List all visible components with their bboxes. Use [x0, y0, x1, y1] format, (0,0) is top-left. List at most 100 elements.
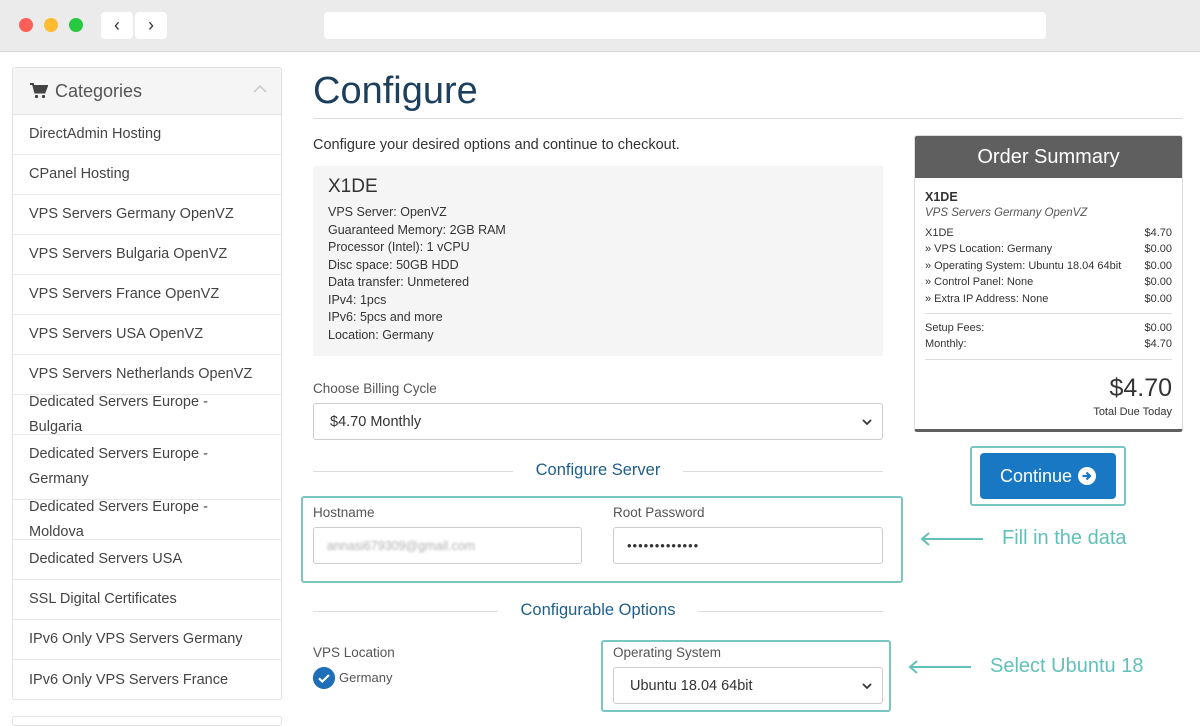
- sidebar-item-label: Dedicated Servers Europe - Germany: [29, 446, 208, 487]
- title-divider: [313, 118, 1183, 119]
- sidebar-item-label: SSL Digital Certificates: [29, 591, 177, 607]
- product-name: X1DE: [328, 176, 378, 197]
- sidebar-item-dedicated-moldova[interactable]: Dedicated Servers Europe - Moldova: [13, 499, 281, 540]
- chevron-up-icon[interactable]: [253, 84, 267, 94]
- sidebar-item-label: CPanel Hosting: [29, 166, 130, 182]
- root-password-input[interactable]: •••••••••••••: [613, 527, 883, 564]
- sidebar-item-cpanel-hosting[interactable]: CPanel Hosting: [13, 155, 281, 195]
- monthly-row: Monthly: $4.70: [925, 336, 1172, 352]
- operating-system-select[interactable]: Ubuntu 18.04 64bit: [613, 667, 883, 704]
- summary-line: » VPS Location: Germany $0.00: [925, 241, 1172, 257]
- configurable-options-heading: Configurable Options: [313, 601, 883, 621]
- order-summary-panel: Order Summary X1DE VPS Servers Germany O…: [914, 135, 1183, 432]
- hostname-label: Hostname: [313, 505, 375, 520]
- arrow-left-icon: [908, 660, 971, 674]
- categories-sidebar: Categories DirectAdmin Hosting CPanel Ho…: [12, 67, 282, 700]
- total-due-label: Total Due Today: [1093, 405, 1172, 418]
- sidebar-item-label: VPS Servers Germany OpenVZ: [29, 206, 234, 222]
- summary-line-value: $0.00: [1144, 276, 1172, 289]
- configure-server-heading: Configure Server: [313, 461, 883, 481]
- configure-server-title: Configure Server: [535, 461, 661, 479]
- continue-label: Continue: [999, 465, 1073, 486]
- product-feature: VPS Server: OpenVZ: [328, 205, 447, 219]
- operating-system-value: Ubuntu 18.04 64bit: [630, 677, 753, 694]
- setup-fees-row: Setup Fees: $0.00: [925, 320, 1172, 336]
- sidebar-item-dedicated-bulgaria[interactable]: Dedicated Servers Europe - Bulgaria: [13, 394, 281, 435]
- monthly-label: Monthly:: [925, 338, 967, 351]
- summary-line-value: $0.00: [1144, 243, 1172, 256]
- total-due-amount: $4.70: [1109, 373, 1172, 402]
- categories-title: Categories: [55, 81, 143, 101]
- sidebar-item-label: IPv6 Only VPS Servers France: [29, 671, 229, 688]
- summary-product-name: X1DE: [925, 190, 958, 204]
- sidebar-item-dedicated-germany[interactable]: Dedicated Servers Europe - Germany: [13, 435, 281, 500]
- fill-data-callout: Fill in the data: [1002, 527, 1127, 549]
- summary-product-group: VPS Servers Germany OpenVZ: [925, 207, 1088, 219]
- summary-line-label: » Extra IP Address: None: [925, 292, 1049, 305]
- setup-fees-label: Setup Fees:: [925, 322, 985, 335]
- summary-divider: [925, 358, 1172, 360]
- order-summary-title: Order Summary: [915, 136, 1182, 178]
- summary-line: » Control Panel: None $0.00: [925, 274, 1172, 290]
- sidebar-item-label: IPv6 Only VPS Servers Germany: [29, 631, 243, 647]
- page-title: Configure: [313, 70, 478, 112]
- vps-location-label: VPS Location: [313, 645, 395, 660]
- sidebar-item-label: VPS Servers Netherlands OpenVZ: [29, 366, 253, 382]
- sidebar-item-ipv6-germany[interactable]: IPv6 Only VPS Servers Germany: [13, 620, 281, 660]
- product-feature: IPv4: 1pcs: [328, 292, 387, 307]
- close-window-dot[interactable]: [19, 18, 33, 32]
- select-ubuntu-callout: Select Ubuntu 18: [990, 655, 1144, 677]
- billing-cycle-select[interactable]: $4.70 Monthly: [313, 403, 883, 440]
- chevron-down-icon: [862, 682, 872, 689]
- minimize-window-dot[interactable]: [44, 18, 58, 32]
- intro-text: Configure your desired options and conti…: [313, 137, 680, 153]
- categories-header[interactable]: Categories: [13, 68, 281, 115]
- check-circle-icon[interactable]: [313, 667, 335, 689]
- product-feature: IPv6: 5pcs and more: [328, 310, 443, 324]
- chevron-down-icon: [862, 418, 872, 425]
- sidebar-item-ipv6-france[interactable]: IPv6 Only VPS Servers France: [13, 660, 281, 699]
- product-info-box: X1DE VPS Server: OpenVZ Guaranteed Memor…: [313, 166, 883, 356]
- sidebar-item-vps-germany[interactable]: VPS Servers Germany OpenVZ: [13, 195, 281, 235]
- root-password-value: •••••••••••••: [627, 538, 700, 553]
- summary-line-value: $0.00: [1144, 292, 1172, 305]
- product-feature: Location: Germany: [328, 327, 434, 342]
- summary-line-value: $0.00: [1144, 259, 1172, 272]
- shopping-cart-icon: [30, 83, 48, 99]
- summary-line: » Operating System: Ubuntu 18.04 64bit $0…: [925, 258, 1172, 274]
- forward-button[interactable]: ›: [135, 12, 167, 39]
- sidebar-item-directadmin-hosting[interactable]: DirectAdmin Hosting: [13, 115, 281, 155]
- configurable-options-title: Configurable Options: [520, 601, 676, 619]
- billing-cycle-value: $4.70 Monthly: [330, 413, 422, 430]
- product-feature: Disc space: 50GB HDD: [328, 257, 459, 272]
- summary-line-label: » Control Panel: None: [925, 276, 1034, 289]
- summary-line-value: $4.70: [1144, 227, 1172, 239]
- summary-line-label: » Operating System: Ubuntu 18.04 64bit: [925, 259, 1122, 272]
- hostname-input[interactable]: annasi679309@gmail.com: [313, 527, 582, 564]
- arrow-left-icon: [920, 532, 983, 546]
- product-feature: Processor (Intel): 1 vCPU: [328, 240, 470, 254]
- sidebar-item-vps-usa[interactable]: VPS Servers USA OpenVZ: [13, 315, 281, 355]
- sidebar-item-label: VPS Servers Bulgaria OpenVZ: [29, 246, 228, 262]
- operating-system-label: Operating System: [613, 645, 722, 660]
- product-feature: Data transfer: Unmetered: [328, 275, 470, 289]
- sidebar-item-label: DirectAdmin Hosting: [29, 126, 162, 142]
- summary-line-label: X1DE: [925, 227, 954, 239]
- back-button[interactable]: ‹: [101, 12, 133, 39]
- arrow-circle-right-icon: [1078, 467, 1097, 485]
- sidebar-item-vps-bulgaria[interactable]: VPS Servers Bulgaria OpenVZ: [13, 235, 281, 275]
- sidebar-item-dedicated-usa[interactable]: Dedicated Servers USA: [13, 540, 281, 580]
- monthly-value: $4.70: [1144, 338, 1172, 351]
- address-bar[interactable]: [324, 12, 1046, 39]
- sidebar-item-label: Dedicated Servers Europe - Bulgaria: [29, 393, 208, 435]
- sidebar-item-ssl-certificates[interactable]: SSL Digital Certificates: [13, 580, 281, 620]
- root-password-label: Root Password: [613, 505, 705, 520]
- maximize-window-dot[interactable]: [69, 18, 83, 32]
- sidebar-secondary-panel: [12, 716, 282, 726]
- summary-line-label: » VPS Location: Germany: [925, 243, 1053, 256]
- browser-chrome: ‹ ›: [0, 0, 1200, 52]
- sidebar-item-label: Dedicated Servers USA: [29, 551, 183, 567]
- continue-button[interactable]: Continue: [980, 453, 1116, 499]
- sidebar-item-vps-france[interactable]: VPS Servers France OpenVZ: [13, 275, 281, 315]
- vps-location-value: Germany: [339, 670, 393, 685]
